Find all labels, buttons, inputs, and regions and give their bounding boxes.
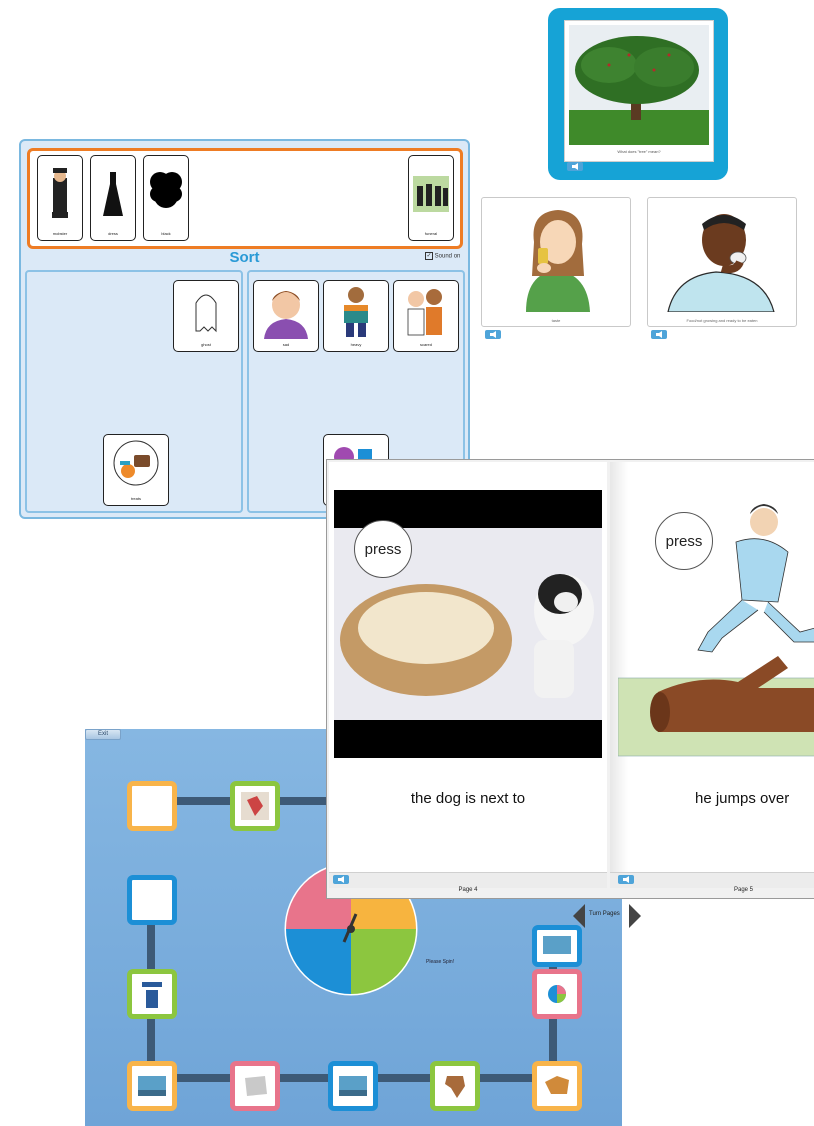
- boy-jumping-illustration: [618, 504, 814, 757]
- press-button[interactable]: press: [354, 520, 412, 578]
- symbol-card-funeral[interactable]: funeral: [408, 155, 454, 241]
- speaker-icon[interactable]: [485, 330, 501, 339]
- taste-card[interactable]: taste: [481, 197, 631, 339]
- book-page-left: press the dog is next to Page 4: [329, 462, 607, 893]
- page-number: Page 5: [734, 887, 754, 893]
- symbol-label: ghost: [201, 342, 211, 347]
- storybook-window: press the dog is next to Page 4 press he…: [326, 459, 814, 899]
- board-tile[interactable]: [127, 1061, 177, 1111]
- africa-map-icon: [445, 1076, 465, 1098]
- spin-prompt: Please Spin!: [426, 959, 455, 965]
- board-tile[interactable]: [532, 925, 582, 967]
- symbol-label: heavy: [350, 342, 362, 347]
- page-text: the dog is next to: [410, 790, 526, 807]
- symbol-card-scared[interactable]: scared: [393, 280, 459, 352]
- australia-map-icon: [545, 1076, 569, 1094]
- sort-title: Sort: [229, 249, 260, 266]
- heavy-icon: [344, 287, 368, 337]
- person-picture-icon: [142, 982, 162, 1008]
- symbol-label: scared: [419, 342, 432, 347]
- food-caption: Food/not growing and ready to be eaten: [686, 318, 758, 323]
- symbol-tray: mobster dress black funeral: [27, 148, 463, 249]
- taste-caption: taste: [551, 318, 561, 323]
- sound-label: Sound on: [434, 253, 461, 260]
- book-page-right: press he jumps over Page 5: [610, 462, 814, 893]
- tree-caption: What does "tree" mean?: [617, 149, 661, 154]
- symbol-card-dress[interactable]: dress: [90, 155, 136, 241]
- symbol-label: funeral: [424, 231, 438, 236]
- board-tile[interactable]: [127, 969, 177, 1019]
- symbol-label: sad: [282, 342, 290, 347]
- girl-eating-illustration: [526, 210, 590, 312]
- symbol-card-mobster[interactable]: mobster: [37, 155, 83, 241]
- funeral-icon: [413, 176, 449, 212]
- food-card[interactable]: Food/not growing and ready to be eaten: [647, 197, 797, 339]
- sort-bin-left[interactable]: ghost treats: [25, 270, 243, 513]
- symbol-card-ghost[interactable]: ghost: [173, 280, 239, 352]
- tree-photo: [569, 25, 709, 145]
- symbol-label: mobster: [52, 231, 68, 236]
- ghost-icon: [195, 294, 217, 333]
- symbol-label: dress: [108, 231, 118, 236]
- sad-face-icon: [264, 291, 308, 339]
- photo-icon: [138, 1076, 166, 1096]
- speaker-icon[interactable]: [567, 162, 583, 171]
- boy-eating-illustration: [667, 214, 775, 312]
- symbol-label: black: [161, 231, 171, 236]
- symbol-card-heavy[interactable]: heavy: [323, 280, 389, 352]
- photo-icon: [543, 936, 571, 954]
- board-tile[interactable]: [532, 969, 582, 1019]
- exit-button[interactable]: Exit: [85, 729, 121, 740]
- speaker-icon[interactable]: [618, 875, 634, 884]
- arrow-right-icon[interactable]: [627, 903, 643, 929]
- board-tile[interactable]: [127, 781, 177, 831]
- page-text: he jumps over: [695, 790, 790, 807]
- symbol-card-sad[interactable]: sad: [253, 280, 319, 352]
- board-tile[interactable]: [230, 1061, 280, 1111]
- page-number: Page 4: [458, 887, 478, 893]
- symbol-label: treats: [130, 496, 141, 501]
- board-tile[interactable]: [127, 875, 177, 925]
- turn-pages-label: Turn Pages: [589, 911, 620, 917]
- checkbox-icon: ✓: [425, 252, 433, 260]
- turn-pages-control: Turn Pages: [571, 903, 643, 929]
- page-footer: Page 4: [329, 872, 607, 893]
- map-picture-icon: [241, 792, 269, 820]
- press-button[interactable]: press: [655, 512, 713, 570]
- scared-icon: [407, 289, 442, 336]
- symbol-card-treats[interactable]: treats: [103, 434, 169, 506]
- board-tile[interactable]: [328, 1061, 378, 1111]
- arrow-left-icon[interactable]: [571, 903, 587, 929]
- mobster-icon: [52, 168, 68, 218]
- page-footer: Page 5: [610, 872, 814, 893]
- black-blob-icon: [150, 172, 182, 208]
- map-icon: [245, 1076, 267, 1096]
- board-tile[interactable]: [532, 1061, 582, 1111]
- speaker-icon[interactable]: [651, 330, 667, 339]
- speaker-icon[interactable]: [333, 875, 349, 884]
- sound-toggle[interactable]: ✓ Sound on: [425, 252, 460, 260]
- board-tile[interactable]: [430, 1061, 480, 1111]
- photo-icon: [339, 1076, 367, 1096]
- tree-card[interactable]: What does "tree" mean?: [548, 8, 728, 180]
- treats-icon: [113, 440, 159, 486]
- symbol-card-black[interactable]: black: [143, 155, 189, 241]
- tree-card-content: What does "tree" mean?: [564, 20, 714, 171]
- dress-icon: [103, 172, 123, 216]
- spinner-mini-icon: [548, 985, 566, 1003]
- board-tile[interactable]: [230, 781, 280, 831]
